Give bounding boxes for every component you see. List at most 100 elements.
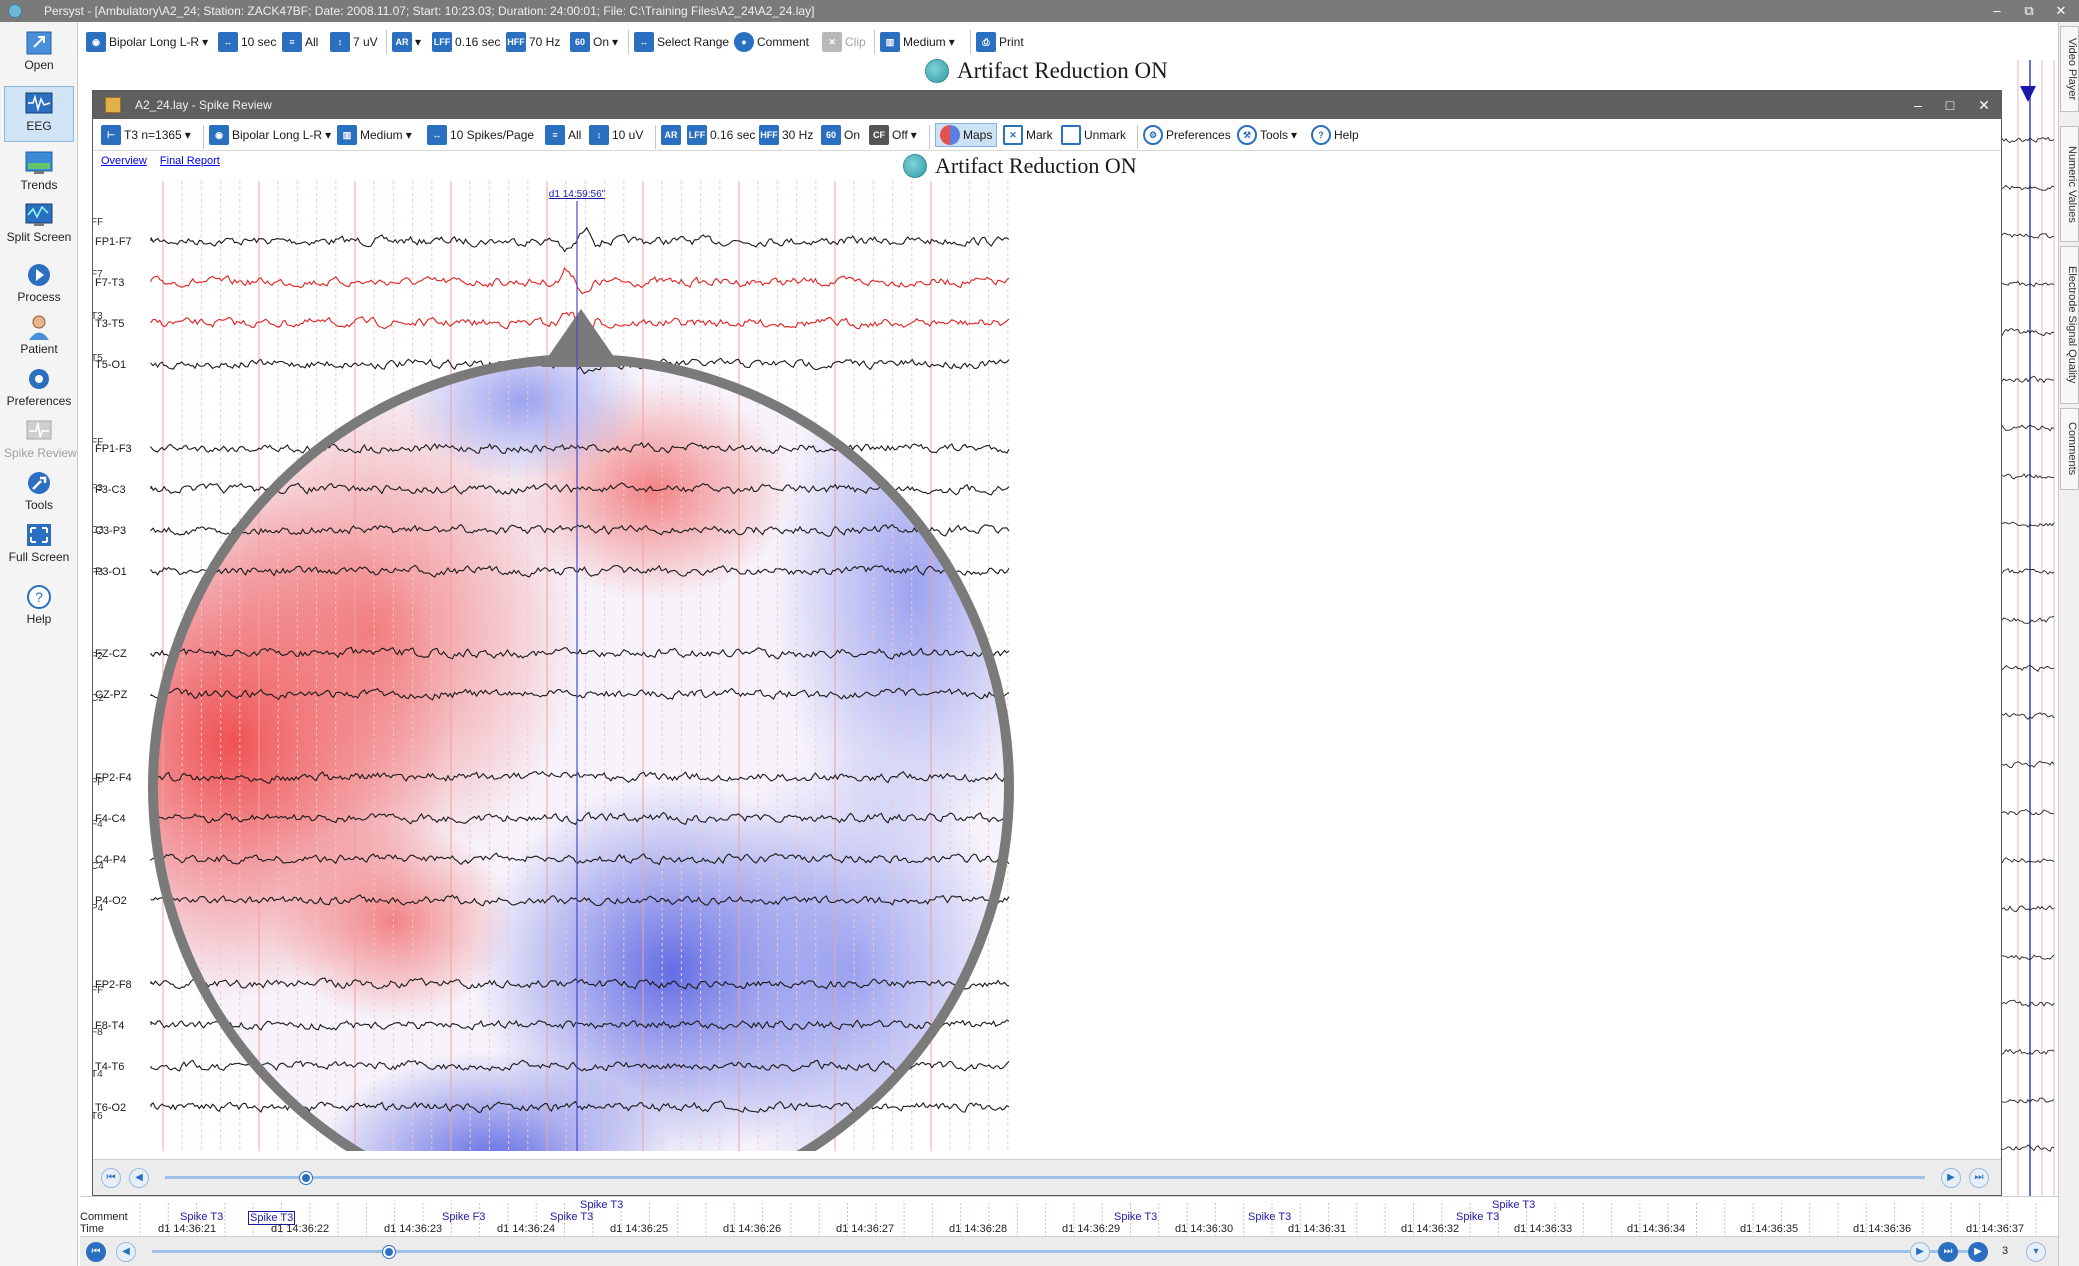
process-icon [22, 260, 56, 290]
sidebar-item-tools[interactable]: Tools [4, 466, 74, 518]
page-number: 3 [2002, 1245, 2009, 1257]
eeg-trace [150, 226, 1010, 253]
time-row-label: Time [80, 1223, 105, 1235]
eeg-traces-with-topomap[interactable]: FP1-F7F7-T3T3-T5T5-O1FP1-F3F3-C3C3-P3P3-… [93, 151, 2001, 1151]
sidebar-item-trends[interactable]: Trends [4, 146, 74, 198]
play-button[interactable]: ▶ [1968, 1242, 1988, 1262]
montage-dropdown[interactable]: ◉ Bipolar Long L-R ▾ [86, 30, 208, 54]
tab-numeric-values[interactable]: Numeric Values [2060, 126, 2079, 242]
minimize-button[interactable]: – [1984, 0, 2010, 22]
sr-preferences-button[interactable]: ⚙ Preferences [1143, 123, 1231, 147]
spike-comment[interactable]: Spike T3 [180, 1211, 223, 1223]
next-page-button[interactable]: ▶ [1910, 1242, 1930, 1262]
restore-button[interactable]: ⧉ [2016, 0, 2042, 22]
maps-toggle-button[interactable]: Maps [935, 123, 998, 147]
close-button[interactable]: ✕ [2048, 0, 2074, 22]
spike-comment[interactable]: Spike T3 [1248, 1211, 1291, 1223]
main-scroll-thumb[interactable] [382, 1246, 395, 1258]
sensitivity-button[interactable]: ↕ 7 uV [330, 30, 378, 54]
sidebar-item-eeg[interactable]: EEG [4, 86, 74, 142]
sidebar-item-spike-review[interactable]: Spike Review [4, 414, 77, 466]
timebase-button[interactable]: ↔ 10 sec [218, 30, 276, 54]
print-button[interactable]: ⎙ Print [976, 30, 1024, 54]
final-report-link[interactable]: Final Report [160, 155, 220, 167]
mark-icon: ✕ [1003, 125, 1023, 145]
sr-low-filter-button[interactable]: LFF 0.16 sec [687, 123, 755, 147]
sr-prev-button[interactable]: ◀ [129, 1168, 149, 1188]
sidebar-item-full-screen[interactable]: Full Screen [4, 518, 74, 570]
spike-select-dropdown[interactable]: ⊢ T3 n=1365 ▾ [101, 123, 191, 147]
main-toolbar: ◉ Bipolar Long L-R ▾ ↔ 10 sec ≡ All ↕ 7 uV AR… [80, 24, 2040, 60]
sr-all-channels-button[interactable]: ≡ All [545, 123, 581, 147]
main-scroll-track[interactable] [152, 1250, 1972, 1253]
sr-first-page-button[interactable]: ⏮ [101, 1168, 121, 1188]
page-stepper-button[interactable]: ▾ [2026, 1242, 2046, 1262]
sidebar-item-split-screen[interactable]: Split Screen [4, 198, 74, 250]
patient-icon [22, 312, 56, 342]
mark-button[interactable]: ✕ Mark [1003, 123, 1053, 147]
first-page-button[interactable]: ⏮ [86, 1242, 106, 1262]
sr-scroll-track[interactable] [165, 1176, 1925, 1179]
time-label: d1 14:36:25 [610, 1223, 669, 1235]
prev-page-button[interactable]: ◀ [116, 1242, 136, 1262]
medium-dropdown[interactable]: ▥ Medium ▾ [880, 30, 955, 54]
sr-minimize-button[interactable]: – [1903, 91, 1933, 119]
sr-montage-dropdown[interactable]: ◉ Bipolar Long L-R ▾ [209, 123, 331, 147]
spikes-per-page-button[interactable]: ↔ 10 Spikes/Page [427, 123, 534, 147]
sr-maximize-button[interactable]: □ [1935, 91, 1965, 119]
sr-next-button[interactable]: ▶ [1941, 1168, 1961, 1188]
sr-medium-dropdown[interactable]: ▥ Medium ▾ [337, 123, 412, 147]
sidebar-item-help[interactable]: ? Help [4, 580, 74, 632]
clip-button[interactable]: ✕ Clip [822, 30, 866, 54]
montage-head-icon: ◉ [86, 32, 106, 52]
sr-high-filter-button[interactable]: HFF 30 Hz [759, 123, 813, 147]
time-label: d1 14:36:34 [1627, 1223, 1686, 1235]
select-range-button[interactable]: ↔ Select Range [634, 30, 729, 54]
spike-comment[interactable]: Spike T3 [1114, 1211, 1157, 1223]
sr-tools-dropdown[interactable]: ⚒ Tools ▾ [1237, 123, 1297, 147]
sidebar-item-preferences[interactable]: Preferences [4, 362, 74, 414]
edge-channel-label: T3 [93, 311, 103, 322]
spike-comment[interactable]: Spike T3 [550, 1211, 593, 1223]
cf-dropdown[interactable]: CF Off ▾ [869, 123, 917, 147]
sr-help-button[interactable]: ? Help [1311, 123, 1359, 147]
time-label: d1 14:36:32 [1401, 1223, 1460, 1235]
cursor-time-label[interactable]: d1 14:59:56" [549, 189, 606, 200]
comment-button[interactable]: ● Comment [734, 30, 809, 54]
time-label: d1 14:36:28 [949, 1223, 1008, 1235]
notch-filter-dropdown[interactable]: 60 On ▾ [570, 30, 618, 54]
spike-comment[interactable]: Spike T3 [1456, 1211, 1499, 1223]
edge-channel-label: F3 [93, 483, 103, 494]
clip-icon: ✕ [822, 32, 842, 52]
all-channels-button[interactable]: ≡ All [282, 30, 318, 54]
spike-comment[interactable]: Spike T3 [1492, 1199, 1535, 1211]
artifact-reduction-button[interactable]: AR ▾ [392, 30, 421, 54]
overview-link[interactable]: Overview [101, 155, 147, 167]
spike-comment[interactable]: Spike F3 [442, 1211, 485, 1223]
artifact-reduction-banner: Artifact Reduction ON [925, 58, 1168, 84]
all-channels-icon: ≡ [282, 32, 302, 52]
high-filter-button[interactable]: HFF 70 Hz [506, 30, 560, 54]
unmark-button[interactable]: Unmark [1061, 123, 1126, 147]
sr-notch-button[interactable]: 60 On [821, 123, 860, 147]
sidebar-item-patient[interactable]: Patient [4, 310, 74, 362]
ar-icon: AR [392, 32, 412, 52]
sr-scroll-thumb[interactable] [299, 1172, 312, 1184]
tab-video-player[interactable]: Video Player [2060, 26, 2079, 112]
marker-triangle-icon[interactable] [2018, 84, 2038, 104]
last-page-button[interactable]: ⏭ [1938, 1242, 1958, 1262]
sr-close-button[interactable]: ✕ [1969, 91, 1999, 119]
tab-electrode-signal-quality[interactable]: Electrode Signal Quality [2060, 246, 2079, 404]
low-filter-button[interactable]: LFF 0.16 sec [432, 30, 500, 54]
sidebar-item-process[interactable]: Process [4, 258, 74, 310]
sr-last-page-button[interactable]: ⏭ [1969, 1168, 1989, 1188]
timebase-icon: ↔ [218, 32, 238, 52]
sr-help-icon: ? [1311, 125, 1331, 145]
edge-channel-label: C2 [93, 693, 104, 704]
tab-comments[interactable]: Comments [2060, 408, 2079, 490]
sidebar-item-open[interactable]: Open [4, 26, 74, 78]
gear-icon [22, 364, 56, 394]
sr-sensitivity-button[interactable]: ↕ 10 uV [589, 123, 643, 147]
sr-artifact-reduction-button[interactable]: AR [661, 123, 681, 147]
spike-comment[interactable]: Spike T3 [580, 1199, 623, 1211]
